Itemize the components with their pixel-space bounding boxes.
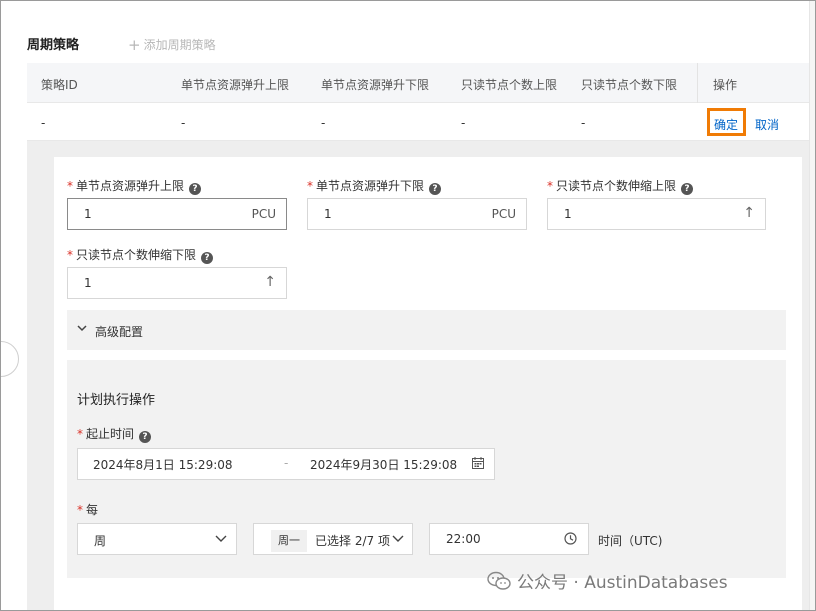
help-icon[interactable]: ?: [139, 431, 152, 443]
help-icon[interactable]: ?: [201, 252, 214, 264]
help-icon[interactable]: ?: [681, 183, 694, 195]
range-separator: -: [284, 456, 289, 470]
help-icon[interactable]: ?: [189, 183, 202, 195]
arrow-up-icon[interactable]: ↑: [743, 205, 755, 221]
start-time[interactable]: 2024年8月1日 15:29:08: [93, 456, 233, 473]
arrow-up-icon[interactable]: ↑: [264, 274, 276, 290]
vertical-scrollbar[interactable]: [809, 1, 815, 610]
calendar-icon[interactable]: [472, 457, 484, 469]
time-unit-label: 时间（UTC): [598, 534, 663, 548]
table-row: - - - - -: [27, 103, 809, 141]
cell-ro-upper: -: [461, 116, 466, 130]
upper-limit-label: * 单节点资源弹升上限?: [67, 177, 202, 195]
selected-count: 已选择 2/7 项: [315, 534, 390, 548]
cancel-button[interactable]: 取消: [755, 116, 779, 133]
confirm-button[interactable]: 确定: [714, 116, 738, 133]
plan-title: 计划执行操作: [77, 393, 156, 408]
add-policy-label: 添加周期策略: [143, 38, 216, 52]
lower-limit-input[interactable]: 1 PCU: [307, 198, 527, 230]
cell-ro-lower: -: [581, 116, 586, 130]
header-upper-limit: 单节点资源弹升上限: [181, 78, 290, 92]
ro-lower-input[interactable]: 1 ↑: [67, 267, 287, 299]
header-lower-limit: 单节点资源弹升下限: [321, 78, 430, 92]
add-policy-link[interactable]: + 添加周期策略: [128, 36, 216, 54]
ro-upper-input[interactable]: 1 ↑: [547, 198, 766, 230]
advanced-config-label: 高级配置: [95, 325, 144, 339]
chevron-down-icon: [392, 535, 404, 542]
header-policy-id: 策略ID: [41, 78, 78, 92]
clock-icon: [564, 532, 577, 545]
cell-lower-limit: -: [321, 116, 326, 130]
watermark-text: 公众号 · AustinDatabases: [517, 573, 728, 593]
table-header: 策略ID 单节点资源弹升上限 单节点资源弹升下限 只读节点个数上限 只读节点个数…: [27, 63, 809, 141]
cell-policy-id: -: [41, 116, 46, 130]
help-icon[interactable]: ?: [429, 183, 442, 195]
every-label: * 每: [77, 503, 99, 517]
wechat-icon: [487, 571, 511, 590]
end-time[interactable]: 2024年9月30日 15:29:08: [310, 456, 457, 473]
window-frame: 周期策略 + 添加周期策略 策略ID 单节点资源弹升上限 单节点资源弹升下限 只读…: [0, 0, 816, 611]
header-ro-upper: 只读节点个数上限: [461, 78, 558, 92]
ro-lower-label: * 只读节点个数伸缩下限?: [67, 246, 214, 264]
header-actions: 操作: [713, 78, 738, 92]
section-title: 周期策略: [27, 38, 80, 53]
ro-upper-label: * 只读节点个数伸缩上限?: [547, 177, 694, 195]
lower-limit-label: * 单节点资源弹升下限?: [307, 177, 442, 195]
advanced-config-toggle[interactable]: [67, 310, 786, 350]
weekday-tag[interactable]: 周一: [271, 530, 307, 552]
plus-icon: +: [128, 36, 141, 54]
time-range-label: * 起止时间?: [77, 425, 152, 443]
watermark: 公众号 · AustinDatabases: [487, 568, 728, 593]
cell-upper-limit: -: [181, 116, 186, 130]
header-ro-lower: 只读节点个数下限: [581, 78, 678, 92]
side-nav-handle[interactable]: [1, 341, 19, 377]
period-select[interactable]: 周: [77, 523, 237, 555]
upper-limit-input[interactable]: 1 PCU: [67, 198, 287, 230]
unit-label: PCU: [491, 207, 516, 221]
chevron-down-icon: [77, 325, 87, 332]
chevron-down-icon: [215, 535, 227, 542]
unit-label: PCU: [251, 207, 276, 221]
